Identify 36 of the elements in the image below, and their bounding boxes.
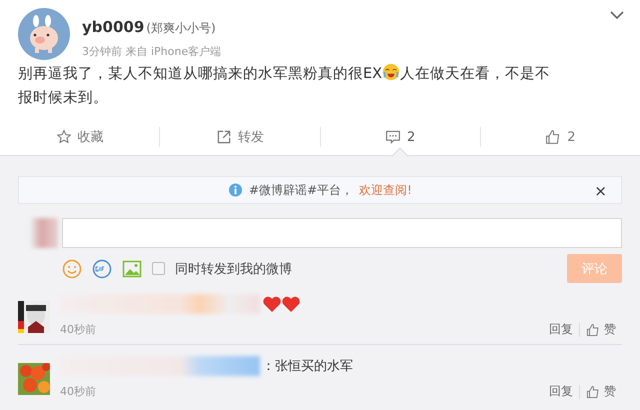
action-button[interactable]: 2 [480,127,640,147]
notice-link[interactable]: 欢迎查阅! [359,182,412,198]
chevron-down-icon[interactable] [610,10,624,20]
comment-icon [384,129,401,145]
thumbs-up-icon [586,322,600,336]
gif-icon[interactable] [92,258,112,278]
user-note: (郑爽小小号) [146,20,216,37]
comment-time: 40秒前 [60,322,96,337]
star-icon [56,129,72,145]
comment-text: ：张恒买的水军 [262,358,353,375]
avatar[interactable] [18,8,70,60]
reply-button[interactable]: 回复 [543,321,579,338]
action-button[interactable]: 2 [320,127,480,147]
share-icon [216,129,232,145]
info-icon [228,182,244,198]
checkbox-label[interactable]: 同时转发到我的微博 [175,260,292,278]
notice-text: #微博辟谣#平台， [249,182,354,198]
action-button[interactable]: 收藏 [0,127,160,147]
post-text: 别再逼我了，某人不知道从哪搞来的水军黑粉真的很EX [18,66,382,82]
reply-button[interactable]: 回复 [543,383,579,400]
post-text: 报时候未到。 [18,89,108,108]
like-button[interactable]: 赞 [580,383,622,400]
close-button[interactable]: × [588,181,613,201]
thumbs-up-icon [545,129,562,145]
comment-time: 40秒前 [60,384,96,399]
like-button[interactable]: 赞 [580,321,622,338]
checkbox[interactable] [152,262,165,275]
post-text: 人在做天在看，不是不 [400,66,550,82]
post-meta: 3分钟前 来自 iPhone客户端 [82,44,222,59]
action-button[interactable]: 转发 [159,127,320,147]
image-icon[interactable] [122,258,142,278]
comment-input[interactable] [62,218,622,248]
emoji-icon [382,63,400,81]
user-name[interactable]: yb0009 [82,18,144,36]
thumbs-up-icon [586,384,600,398]
emoji-icon[interactable] [62,258,82,278]
